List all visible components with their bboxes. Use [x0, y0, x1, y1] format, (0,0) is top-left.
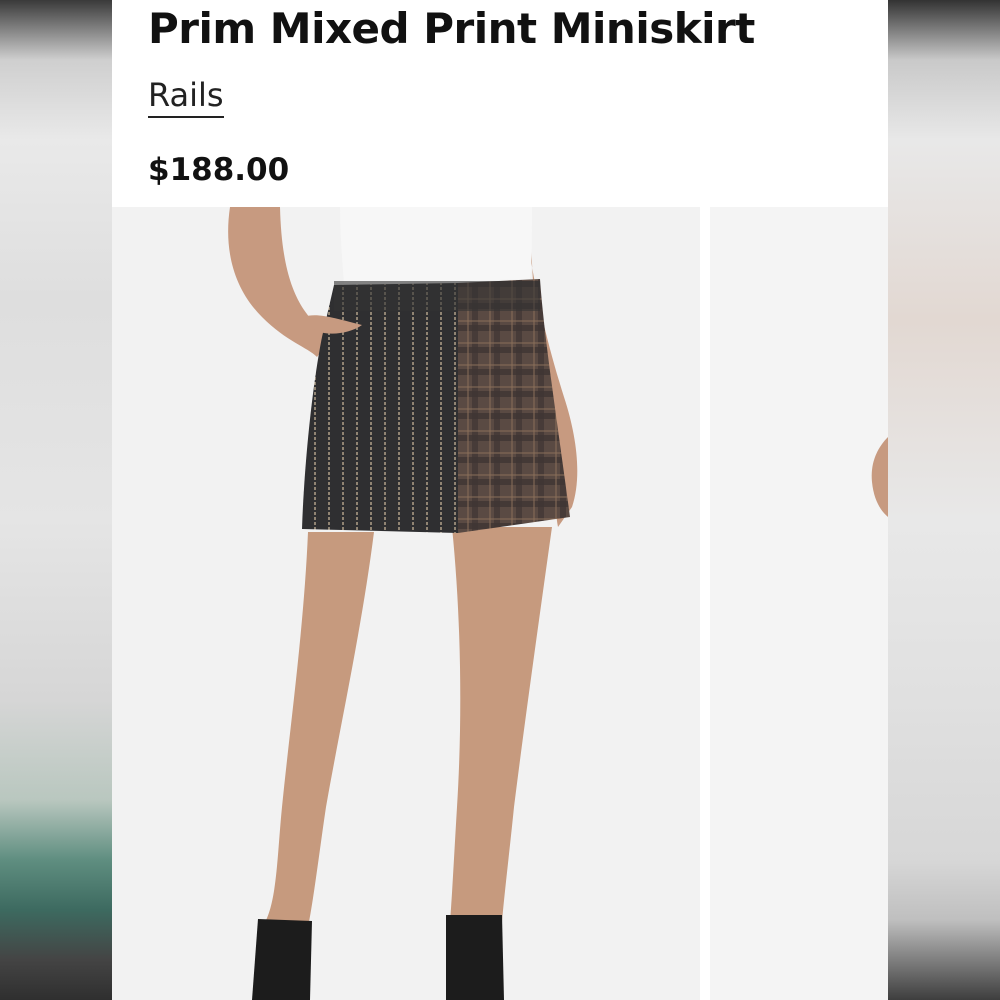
model-photo [112, 207, 700, 1000]
blurred-background-right [888, 0, 1000, 1000]
product-title: Prim Mixed Print Miniskirt [148, 4, 755, 53]
blurred-background-left [0, 0, 112, 1000]
partial-model-photo [710, 207, 888, 1000]
product-price: $188.00 [148, 152, 290, 188]
product-image-main[interactable] [112, 207, 700, 1000]
brand-link[interactable]: Rails [148, 76, 224, 118]
product-card: Prim Mixed Print Miniskirt Rails $188.00 [112, 0, 888, 1000]
product-image-next[interactable] [710, 207, 888, 1000]
